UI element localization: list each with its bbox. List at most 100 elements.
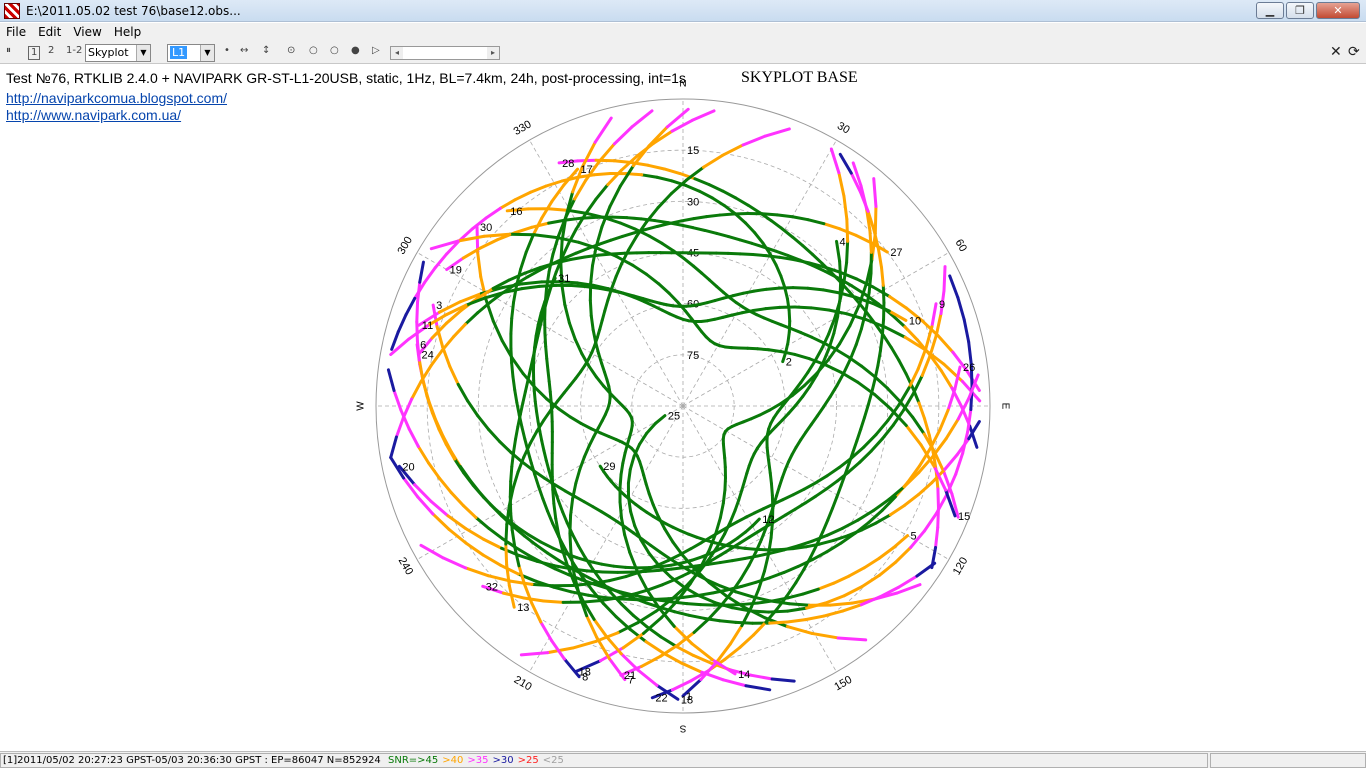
satellite-track-segment — [578, 455, 586, 471]
status-info: [1]2011/05/02 20:27:23 GPST-05/03 20:36:… — [3, 755, 381, 766]
center-origin-icon[interactable]: ⊙ — [287, 45, 295, 56]
satellite-track-segment — [967, 340, 973, 366]
blog-link[interactable]: http://naviparkcomua.blogspot.com/ — [6, 90, 227, 106]
play-icon[interactable]: ▷ — [372, 45, 380, 56]
satellite-track-segment — [533, 385, 549, 401]
satellite-label: 7 — [628, 675, 634, 687]
app-icon[interactable] — [4, 3, 20, 19]
satellite-track-segment — [855, 427, 863, 443]
satellite-track-segment — [859, 309, 868, 331]
satellite-track-segment — [601, 602, 618, 619]
slider-right-icon[interactable]: ▸ — [487, 47, 499, 59]
time-slider[interactable]: ◂ ▸ — [390, 46, 500, 60]
satellite-track-segment — [519, 250, 528, 271]
satellite-track-segment — [876, 247, 884, 270]
close-plot-icon[interactable]: ✕ — [1330, 44, 1342, 60]
satellite-track-segment — [530, 221, 551, 229]
satellite-track-segment — [779, 350, 797, 356]
satellite-track-segment — [543, 286, 549, 306]
satellite-label: 25 — [668, 411, 680, 423]
satellite-label: 4 — [840, 236, 846, 248]
show-point-icon[interactable]: ● — [351, 45, 360, 56]
snr-legend-item: >25 — [517, 755, 539, 766]
satellite-track-segment — [544, 458, 551, 472]
menu-edit[interactable]: Edit — [32, 23, 67, 42]
frequency-select[interactable]: L1 ▼ — [167, 44, 215, 62]
satellite-track-segment — [823, 363, 843, 374]
satellite-track-segment — [647, 551, 661, 567]
satellite-track-segment — [785, 297, 791, 312]
satellite-track-segment — [630, 263, 648, 276]
satellite-track-segment — [576, 544, 587, 559]
satellite-track-segment — [513, 225, 534, 235]
show-track-icon[interactable]: ○ — [309, 45, 318, 56]
satellite-track-segment — [872, 177, 878, 209]
satellite-track-segment — [491, 319, 504, 343]
satellite-track-segment — [785, 618, 807, 624]
azimuth-label: 210 — [512, 674, 534, 694]
satellite-track-segment — [526, 367, 532, 382]
satellite-track-segment — [746, 203, 762, 215]
satellite-track-segment — [574, 212, 587, 231]
menu-view[interactable]: View — [67, 23, 107, 42]
satellite-track-segment — [803, 494, 818, 505]
slider-left-icon[interactable]: ◂ — [391, 47, 403, 59]
menu-file[interactable]: File — [0, 23, 32, 42]
chevron-down-icon: ▼ — [200, 45, 214, 61]
satellite-track-segment — [867, 271, 873, 295]
close-button[interactable]: ✕ — [1316, 2, 1360, 19]
satellite-track-segment — [594, 375, 606, 388]
elevation-label: 15 — [687, 145, 699, 157]
plot2-button[interactable]: 2 — [48, 45, 54, 56]
satellite-track-segment — [791, 235, 805, 248]
satellite-track-segment — [570, 284, 588, 289]
satellite-track-segment — [718, 619, 738, 624]
website-link[interactable]: http://www.navipark.com.ua/ — [6, 107, 181, 123]
satellite-track-segment — [786, 606, 809, 613]
satellite-track-segment — [583, 197, 598, 216]
skyplot[interactable]: 15304560753060120150210240300330NESW2817… — [352, 80, 1012, 740]
satellite-track-segment — [452, 322, 467, 339]
satellite-track-segment — [591, 245, 598, 268]
satellite-track-segment — [845, 217, 850, 243]
satellite-track-segment — [701, 153, 724, 169]
refresh-icon[interactable]: ⟳ — [1348, 44, 1360, 60]
menu-help[interactable]: Help — [108, 23, 147, 42]
fit-horizontal-icon[interactable]: ↔ — [240, 45, 248, 56]
plot1-button[interactable]: 1 — [28, 46, 41, 60]
satellite-track-segment — [561, 510, 569, 525]
satellite-track-segment — [682, 564, 698, 570]
plot-type-select[interactable]: Skyplot ▼ — [85, 44, 151, 62]
fit-vertical-icon[interactable]: ↕ — [262, 45, 270, 56]
satellite-track-segment — [563, 303, 571, 325]
minimize-button[interactable]: ▁ — [1256, 2, 1284, 19]
satellite-track-segment — [787, 308, 792, 323]
satellite-track-segment — [790, 215, 810, 222]
pause-icon[interactable]: ⏸ — [6, 45, 11, 56]
satellite-track-segment — [585, 569, 605, 574]
satellite-track-segment — [793, 305, 813, 310]
satellite-track-segment — [394, 415, 405, 439]
satellite-track-segment — [859, 364, 876, 378]
satellite-track-segment — [567, 321, 577, 341]
satellite-track-segment — [589, 314, 595, 332]
snr-legend-item: >40 — [442, 755, 464, 766]
satellite-track-segment — [791, 286, 810, 290]
satellite-track-segment — [544, 179, 564, 188]
satellite-track-segment — [568, 513, 573, 535]
show-sat-icon[interactable]: ○ — [330, 45, 339, 56]
plot12-button[interactable]: 1-2 — [66, 45, 82, 56]
satellite-track-segment — [834, 347, 850, 359]
satellite-track-segment — [707, 183, 725, 193]
maximize-button[interactable]: ❐ — [1286, 2, 1314, 19]
satellite-track-segment — [936, 487, 940, 510]
dot-icon[interactable]: • — [224, 45, 230, 56]
menu-bar: File Edit View Help — [0, 23, 1366, 42]
satellite-track-segment — [873, 363, 880, 381]
satellite-track-segment — [888, 295, 908, 310]
satellite-track-segment — [656, 192, 673, 210]
satellite-track-segment — [751, 253, 768, 258]
satellite-track-segment — [767, 348, 783, 354]
satellite-track-segment — [630, 109, 654, 129]
satellite-track-segment — [556, 532, 564, 552]
